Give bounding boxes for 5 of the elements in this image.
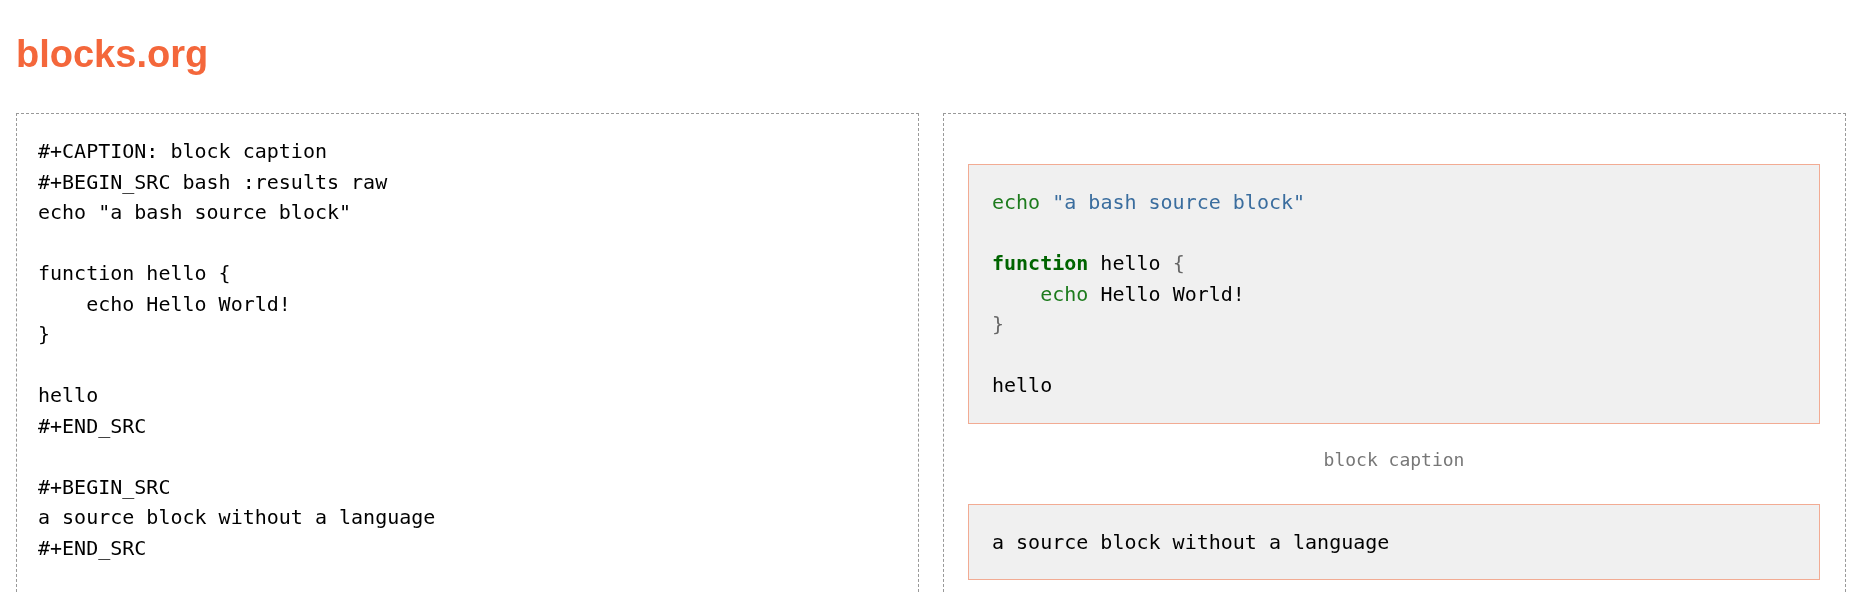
code-block: a source block without a language: [968, 503, 1820, 580]
code-block: echo "a bash source block" function hello { echo Hello World! } hello: [968, 164, 1820, 424]
block-caption: block caption: [1323, 448, 1465, 471]
source-text: #+CAPTION: block caption #+BEGIN_SRC bash :results raw echo "a bash source block" function hello { echo Hello World! } hello #+END_SRC #+BEGIN_SRC a source block without a language #+END_SRC: [38, 138, 437, 562]
page-title: blocks.org: [16, 32, 210, 77]
